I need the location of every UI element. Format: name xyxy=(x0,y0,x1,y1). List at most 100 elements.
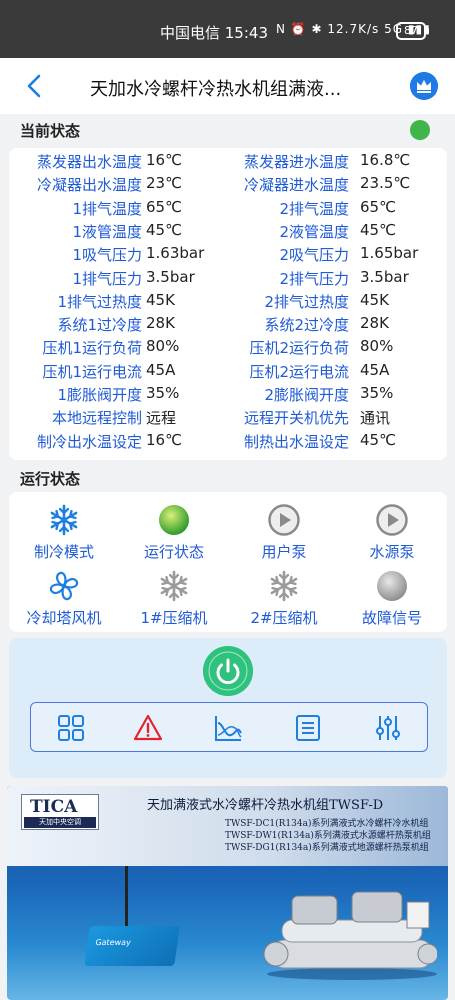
chiller-unit-image xyxy=(263,891,437,980)
run-status-label: 故障信号 xyxy=(361,609,422,627)
status-label: 压机1运行负荷 xyxy=(42,339,142,358)
grid-icon[interactable] xyxy=(56,713,86,743)
run-status-label: 用户泵 xyxy=(261,543,307,561)
status-label: 2吸气压力 xyxy=(279,246,349,265)
banner-title: 天加满液式水冷螺杆冷热水机组TWSF-D xyxy=(147,798,384,813)
current-status-card: 蒸发器出水温度 16℃ 蒸发器进水温度 16.8℃ 冷凝器出水温度 23℃ 冷凝器进水温度 2… xyxy=(9,148,447,460)
status-value: 65℃ xyxy=(146,197,182,216)
status-value: 35% xyxy=(146,384,180,402)
status-label: 压机2运行电流 xyxy=(249,362,349,381)
chart-icon[interactable] xyxy=(213,713,243,743)
status-value: 28K xyxy=(360,314,389,333)
status-row: 系统1过冷度 28K 系统2过冷度 28K xyxy=(9,314,447,336)
status-label: 压机2运行负荷 xyxy=(249,339,349,358)
status-row: 1排气温度 65℃ 2排气温度 65℃ xyxy=(9,198,447,220)
back-arrow-icon[interactable] xyxy=(22,72,48,100)
run-status-item[interactable]: 故障信号 xyxy=(337,570,447,632)
status-label: 1液管温度 xyxy=(72,222,142,241)
control-panel xyxy=(9,638,447,778)
status-value: 23℃ xyxy=(146,174,182,193)
status-row: 压机1运行负荷 80% 压机2运行负荷 80% xyxy=(9,337,447,359)
status-label: 1排气过热度 xyxy=(57,292,142,311)
gray-light-icon xyxy=(377,571,407,601)
run-status-label: 运行状态 xyxy=(143,543,204,561)
status-label: 本地远程控制 xyxy=(51,409,142,428)
product-banner: TICA 天加中央空调 天加满液式水冷螺杆冷热水机组TWSF-D TWSF-DC… xyxy=(7,786,448,1000)
status-row: 制冷出水温设定 16℃ 制热出水温设定 45℃ xyxy=(9,431,447,453)
status-value: 16℃ xyxy=(146,151,182,169)
status-label: 1膨胀阀开度 xyxy=(57,386,142,404)
status-label: 1吸气压力 xyxy=(72,246,142,265)
status-row: 1吸气压力 1.63bar 2吸气压力 1.65bar xyxy=(9,244,447,266)
run-status-item[interactable]: 用户泵 xyxy=(229,504,339,566)
status-row: 1排气压力 3.5bar 2排气压力 3.5bar xyxy=(9,268,447,290)
battery-icon: 87 xyxy=(396,22,429,40)
status-label: 2排气温度 xyxy=(279,199,349,218)
status-row: 1排气过热度 45K 2排气过热度 45K xyxy=(9,291,447,313)
status-value: 65℃ xyxy=(360,197,396,216)
online-indicator xyxy=(410,120,430,140)
green-light-icon xyxy=(159,505,189,535)
status-row: 1膨胀阀开度 35% 2膨胀阀开度 35% xyxy=(9,384,447,406)
snowflake-icon xyxy=(160,570,188,602)
status-label: 制冷出水温设定 xyxy=(36,432,142,451)
run-status-item[interactable]: 1#压缩机 xyxy=(119,570,229,632)
status-value: 16.8℃ xyxy=(360,151,411,169)
status-label: 系统2过冷度 xyxy=(264,316,349,335)
status-row: 冷凝器出水温度 23℃ 冷凝器进水温度 23.5℃ xyxy=(9,174,447,196)
crown-icon[interactable] xyxy=(410,72,438,100)
status-value: 80% xyxy=(360,337,394,356)
run-status-item[interactable]: 制冷模式 xyxy=(9,504,119,566)
status-value: 45℃ xyxy=(146,220,182,239)
run-status-item[interactable]: 水源泵 xyxy=(337,504,447,566)
status-value: 3.5bar xyxy=(360,267,409,286)
status-value: 远程 xyxy=(146,409,177,428)
pump-play-icon xyxy=(376,504,408,536)
status-row: 1液管温度 45℃ 2液管温度 45℃ xyxy=(9,221,447,243)
run-status-label: 制冷模式 xyxy=(33,543,94,561)
run-status-label: 冷却塔风机 xyxy=(26,609,102,627)
status-row: 压机1运行电流 45A 压机2运行电流 45A xyxy=(9,361,447,383)
carrier-time: 中国电信 15:43 xyxy=(160,24,268,42)
power-button[interactable] xyxy=(203,646,253,696)
status-label: 蒸发器出水温度 xyxy=(36,153,142,171)
page-title: 天加水冷螺杆冷热水机组满液... xyxy=(90,79,342,100)
status-label: 蒸发器进水温度 xyxy=(243,153,349,171)
gateway-device-image: Gateway xyxy=(84,926,180,966)
status-label: 冷凝器出水温度 xyxy=(36,176,142,195)
status-label: 压机1运行电流 xyxy=(42,362,142,381)
status-label: 1排气温度 xyxy=(72,199,142,218)
snowflake-icon xyxy=(270,570,298,602)
fan-icon xyxy=(49,571,79,601)
sliders-icon[interactable] xyxy=(373,713,403,743)
status-value: 23.5℃ xyxy=(360,174,411,193)
run-status-card: 制冷模式 运行状态 用户泵 水源泵 冷却塔风机 1#压缩机 2#压缩机 故障信号 xyxy=(9,492,447,632)
status-label: 1排气压力 xyxy=(72,269,142,288)
run-status-label: 2#压缩机 xyxy=(250,609,318,627)
function-toolbar xyxy=(30,702,428,752)
pump-play-icon xyxy=(268,504,300,536)
status-value: 45℃ xyxy=(360,220,396,239)
run-status-item[interactable]: 冷却塔风机 xyxy=(9,570,119,632)
status-label: 2液管温度 xyxy=(279,222,349,241)
list-icon[interactable] xyxy=(293,713,323,743)
tica-logo: TICA 天加中央空调 xyxy=(21,794,99,830)
title-bar: 天加水冷螺杆冷热水机组满液... xyxy=(0,58,455,114)
antenna-image xyxy=(125,866,128,928)
status-value: 45A xyxy=(360,360,390,379)
run-status-title: 运行状态 xyxy=(20,470,81,488)
status-value: 35% xyxy=(360,384,394,402)
run-status-item[interactable]: 2#压缩机 xyxy=(229,570,339,632)
status-value: 45℃ xyxy=(360,430,396,449)
banner-line-3: TWSF-DG1(R134a)系列满液式地源螺杆热泵机组 xyxy=(225,843,429,853)
logo-subtitle: 天加中央空调 xyxy=(24,817,96,828)
run-status-item[interactable]: 运行状态 xyxy=(119,504,229,566)
status-value: 3.5bar xyxy=(146,267,195,286)
status-value: 通讯 xyxy=(360,409,391,428)
snowflake-icon xyxy=(50,504,78,536)
warning-icon[interactable] xyxy=(133,713,163,743)
status-label: 2排气压力 xyxy=(279,269,349,288)
status-value: 1.63bar xyxy=(146,244,205,263)
logo-text: TICA xyxy=(30,797,78,817)
current-status-title: 当前状态 xyxy=(20,122,81,140)
